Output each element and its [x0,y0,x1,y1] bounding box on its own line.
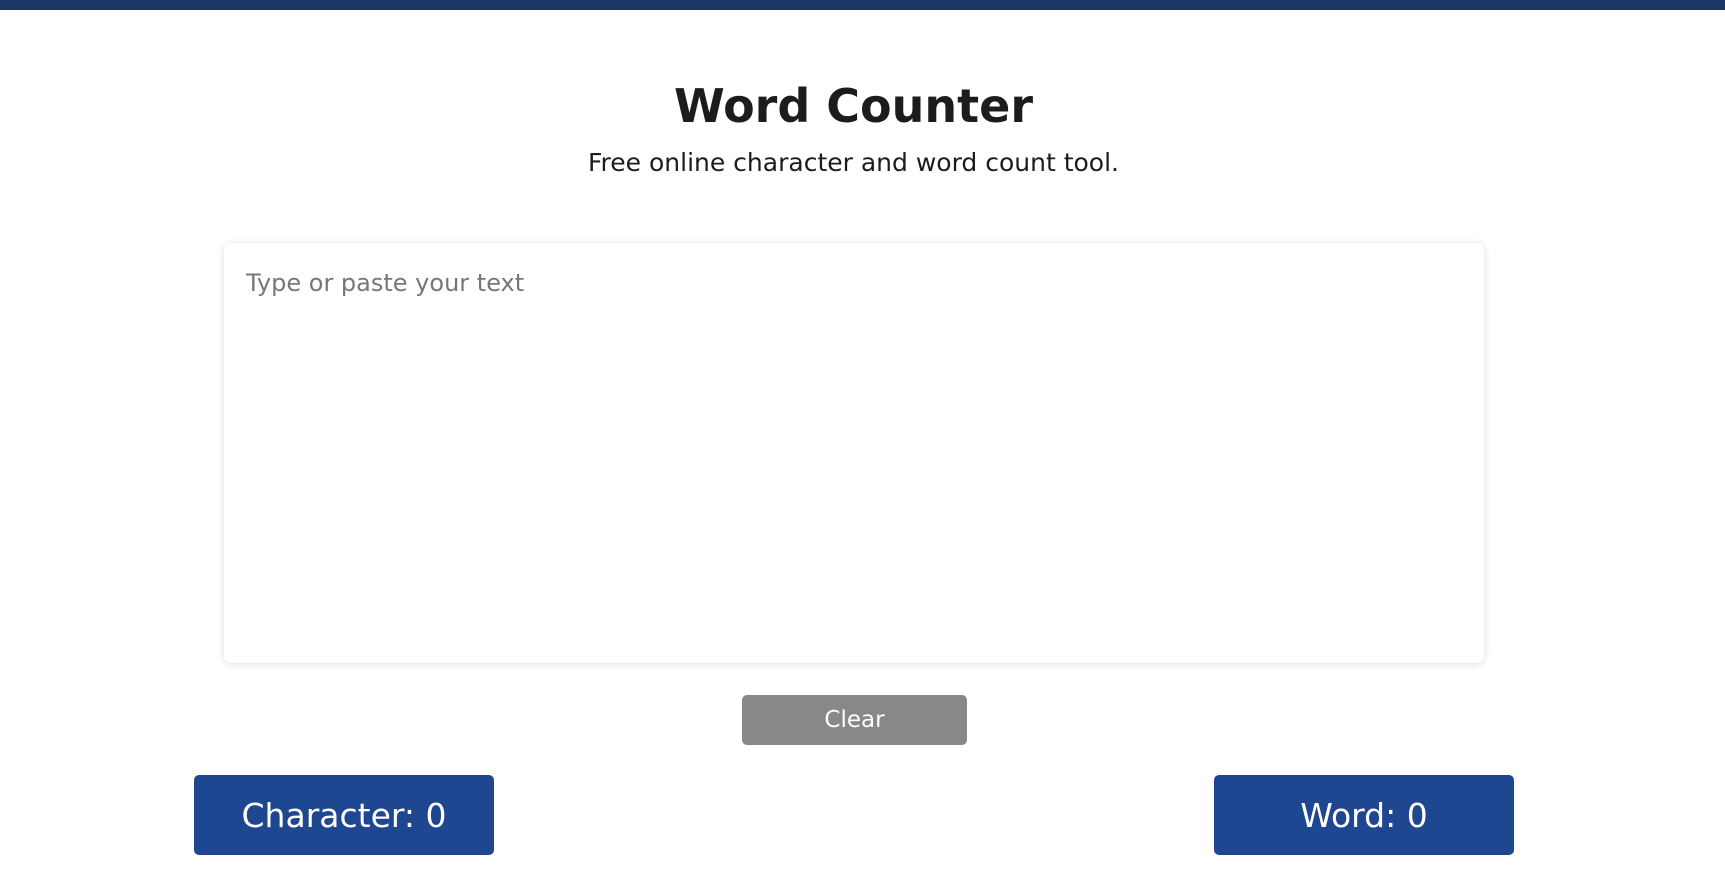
character-count-label: Character: 0 [241,795,447,835]
word-count-label: Word: 0 [1300,795,1428,835]
page-title: Word Counter [673,79,1034,133]
top-accent-bar [0,0,1725,10]
character-count-box: Character: 0 [194,775,494,855]
word-count-box: Word: 0 [1214,775,1514,855]
page-subtitle: Free online character and word count too… [587,148,1119,177]
text-input-area[interactable] [224,243,1484,663]
clear-button[interactable]: Clear [742,695,967,745]
